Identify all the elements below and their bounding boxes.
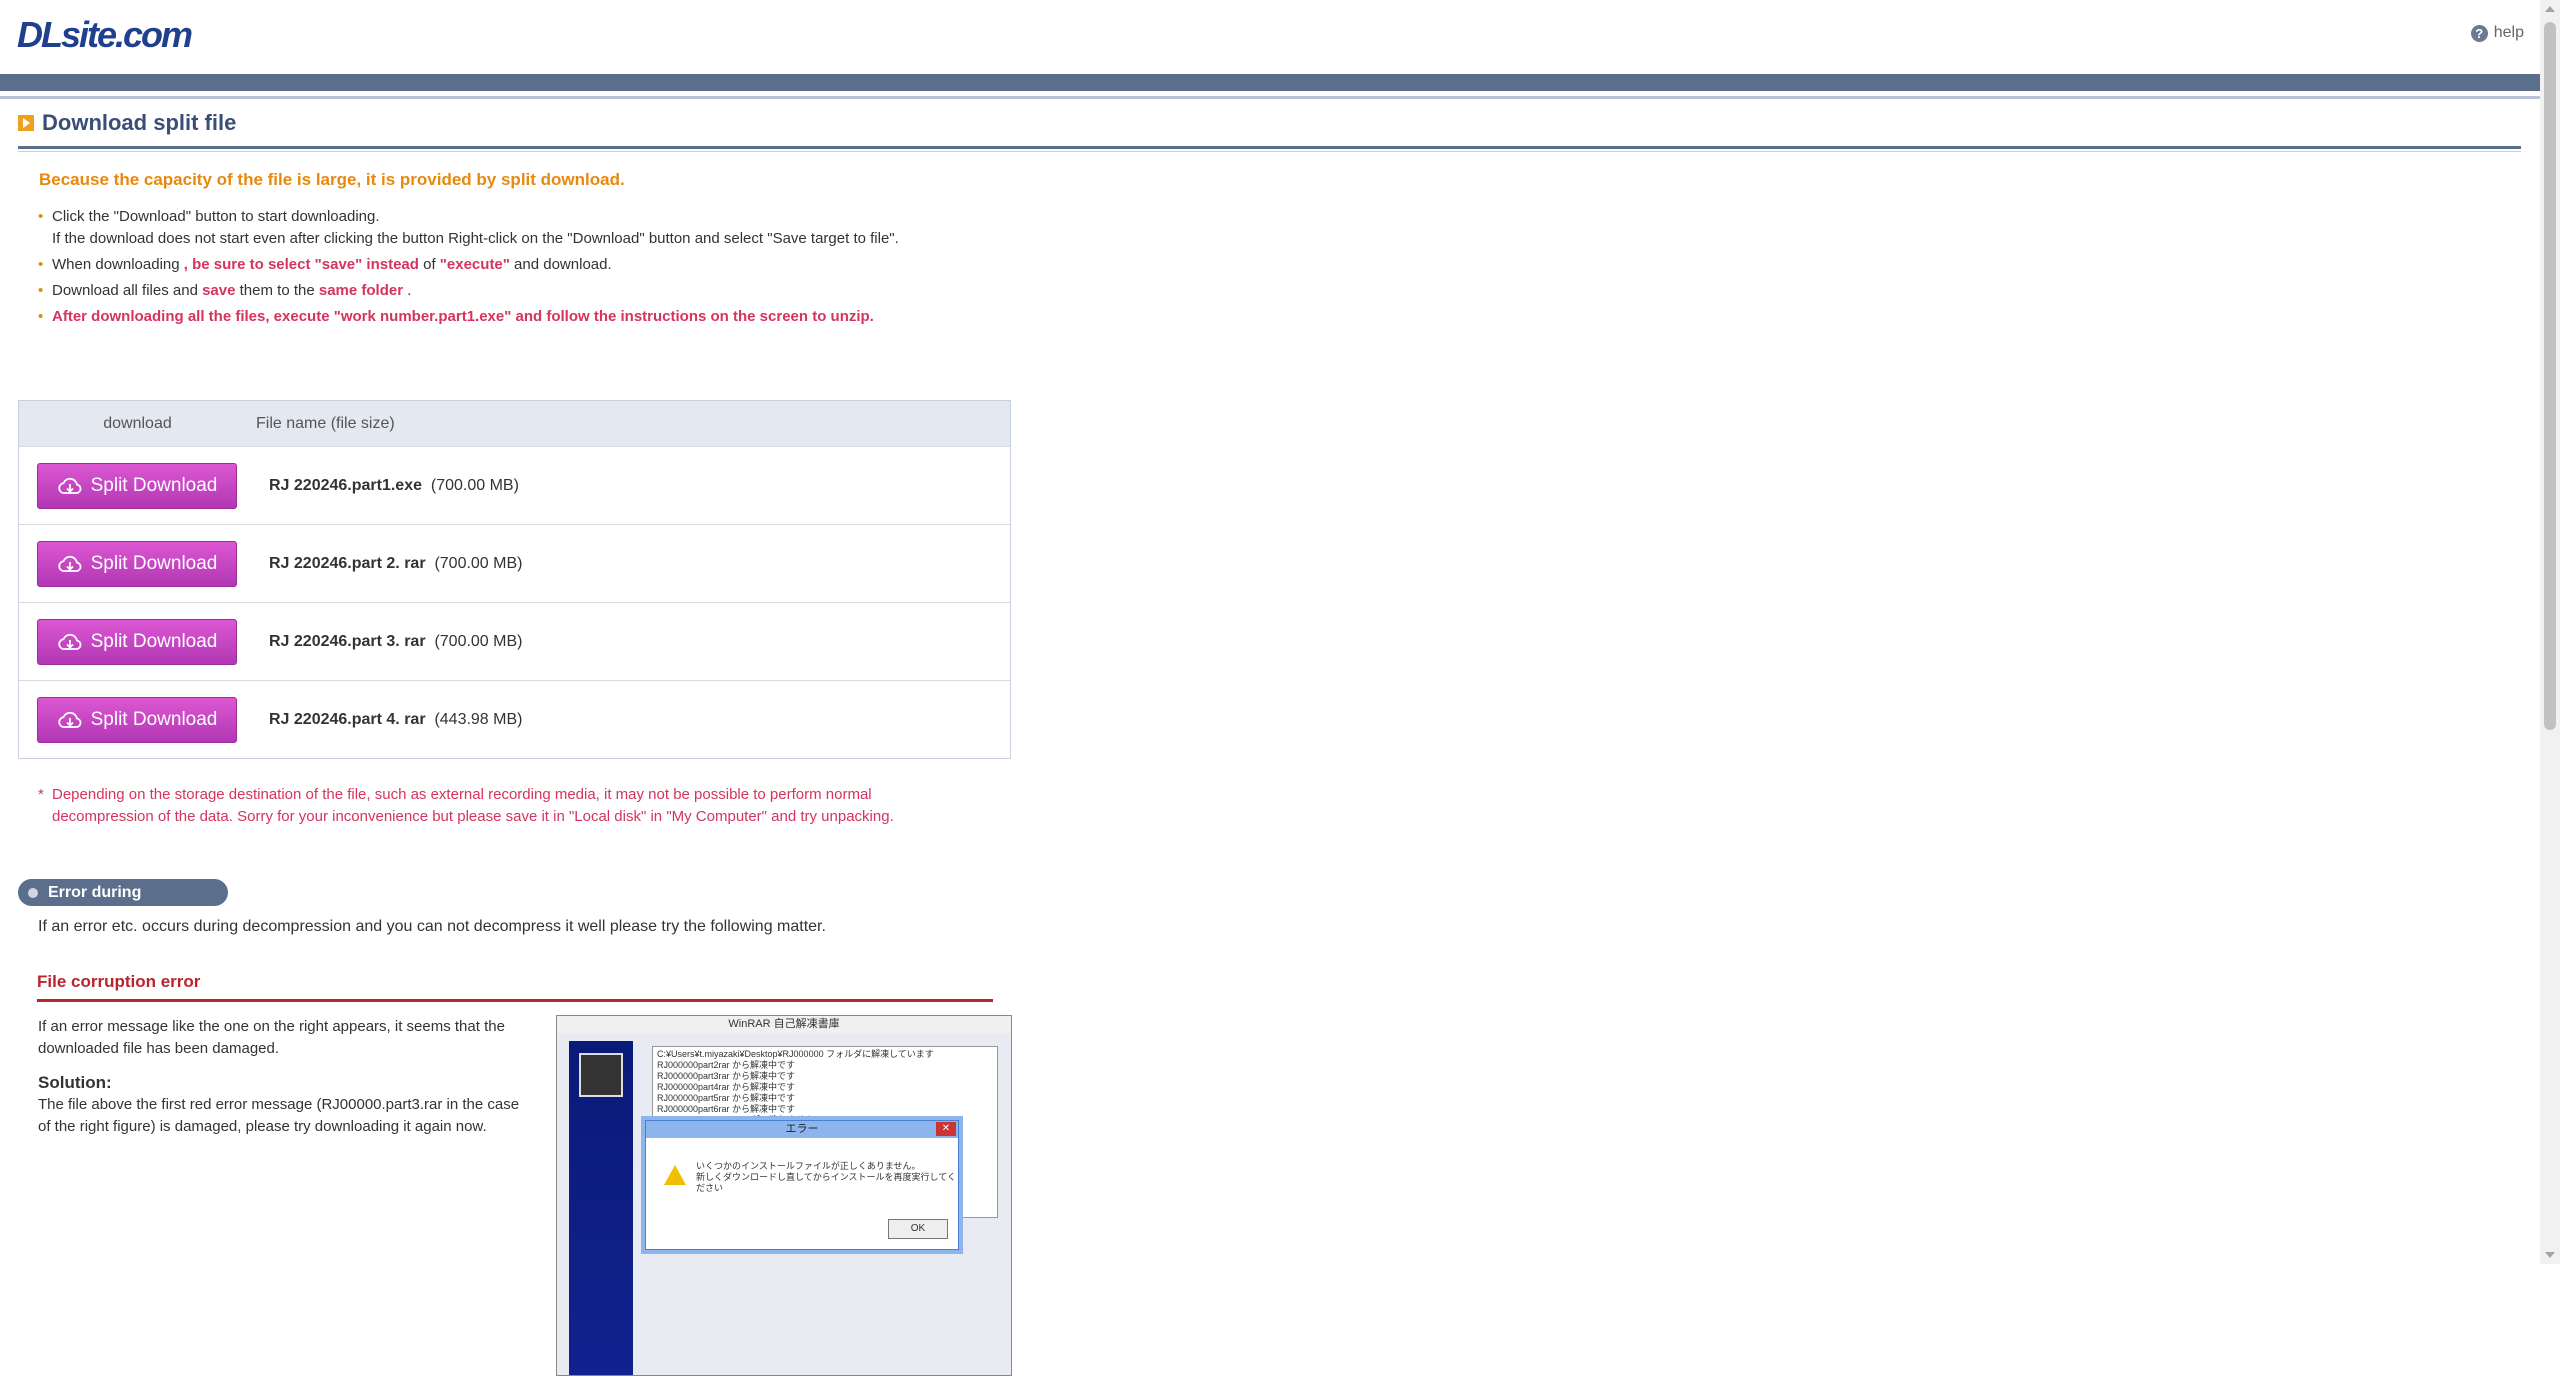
log-line: RJ000000part4rar から解凍中です [657,1082,796,1092]
note-emphasis: same folder [318,282,404,299]
storage-note: Depending on the storage destination of … [38,784,952,828]
note-text: and download. [509,256,612,273]
cloud-download-icon [57,711,82,728]
button-label: Split Download [90,708,218,730]
vertical-scrollbar[interactable] [2540,0,2560,1264]
solution-text: The file above the first red error messa… [38,1096,520,1135]
log-line: RJ000000part5rar から解凍中です [657,1093,796,1103]
file-name: RJ 220246.part1.exe (700.00 MB) [269,477,519,495]
file-name-text: RJ 220246.part 2. rar [269,554,426,572]
split-download-button[interactable]: Split Download [37,696,237,743]
dialog-title-text: エラー [785,1123,819,1135]
file-name: RJ 220246.part 2. rar (700.00 MB) [269,555,522,573]
file-corruption-heading: File corruption error [37,972,993,1002]
list-item: Download all files and save them to the … [38,280,918,302]
scroll-down-icon[interactable] [2545,1252,2555,1258]
note-text: . [403,282,412,299]
table-row: Split Download RJ 220246.part1.exe (700.… [19,446,1010,524]
button-label: Split Download [90,552,218,574]
help-link[interactable]: ? help [2470,24,2524,42]
list-item: Click the "Download" button to start dow… [38,206,918,250]
winrar-title: WinRAR 自己解凍書庫 [557,1016,1011,1033]
dialog-message: いくつかのインストールファイルが正しくありません。 新しくダウンロードし直してか… [696,1161,958,1194]
file-size: (700.00 MB) [434,632,523,650]
scrollbar-thumb[interactable] [2544,22,2556,730]
cloud-download-icon [57,477,82,494]
list-item: After downloading all the files, execute… [38,306,918,328]
download-table: download File name (file size) Split Dow… [18,400,1011,759]
pill-label: Error during [48,883,142,901]
file-name-text: RJ 220246.part 3. rar [269,632,426,650]
file-size: (700.00 MB) [434,554,523,572]
header: DLsite.com ? help [0,0,2560,74]
file-name-text: RJ 220246.part 4. rar [269,710,426,728]
split-download-button[interactable]: Split Download [37,618,237,665]
top-bar [0,74,2540,91]
note-text: When downloading [52,256,184,273]
button-label: Split Download [90,474,218,496]
help-icon: ? [2470,24,2488,42]
split-download-button[interactable]: Split Download [37,540,237,587]
heading-rule [18,146,2521,149]
file-name: RJ 220246.part 3. rar (700.00 MB) [269,633,522,651]
instruction-list: Click the "Download" button to start dow… [38,206,918,328]
cloud-download-icon [57,555,82,572]
main-content: Download split file Because the capacity… [18,110,2521,1376]
log-line: RJ000000part2rar から解凍中です [657,1060,796,1070]
file-size: (443.98 MB) [434,710,523,728]
file-corruption-text: If an error message like the one on the … [38,1016,528,1138]
top-bar-divider [0,96,2540,99]
column-header-download: download [103,414,172,432]
file-name-text: RJ 220246.part1.exe [269,476,422,494]
dialog-message-line: いくつかのインストールファイルが正しくありません。 [696,1161,921,1171]
table-row: Split Download RJ 220246.part 3. rar (70… [19,602,1010,680]
note-emphasis: , be sure to select "save" instead [183,256,419,273]
note-emphasis: After downloading all the files, execute… [52,308,874,325]
log-line: RJ000000part6rar から解凍中です [657,1104,796,1114]
note-text: them to the [235,282,319,299]
close-icon: ✕ [936,1122,956,1136]
warning-icon [664,1165,686,1185]
note-text: If the download does not start even afte… [52,230,899,247]
note-text: Download all files and [52,282,203,299]
note-emphasis: save [202,282,236,299]
site-logo[interactable]: DLsite.com [17,14,193,56]
page-heading: Download split file [18,110,2521,136]
button-label: Split Download [90,630,218,652]
winrar-error-screenshot: WinRAR 自己解凍書庫 C:¥Users¥t.miyazaki¥Deskto… [556,1015,1012,1376]
column-header-filename: File name (file size) [256,414,395,432]
corruption-explanation: If an error message like the one on the … [38,1018,505,1057]
dialog-title: エラー ✕ [646,1121,958,1138]
log-line: C:¥Users¥t.miyazaki¥Desktop¥RJ000000 フォル… [657,1049,934,1059]
file-size: (700.00 MB) [430,476,519,494]
file-name: RJ 220246.part 4. rar (443.98 MB) [269,711,522,729]
table-row: Split Download RJ 220246.part 2. rar (70… [19,524,1010,602]
error-description: If an error etc. occurs during decompres… [38,918,826,935]
table-row: Split Download RJ 220246.part 4. rar (44… [19,680,1010,758]
winrar-error-dialog: エラー ✕ いくつかのインストールファイルが正しくありません。 新しくダウンロー… [645,1120,959,1250]
dialog-message-line: 新しくダウンロードし直してからインストールを再度実行してください [696,1172,957,1193]
cloud-download-icon [57,633,82,650]
heading-rule-thin [18,151,2521,152]
section-pill: Error during [18,879,228,906]
winrar-sidebar [569,1041,633,1375]
list-item: When downloading , be sure to select "sa… [38,254,918,276]
note-text: of [418,256,440,273]
note-emphasis: "execute" [439,256,510,273]
log-line: RJ000000part3rar から解凍中です [657,1071,796,1081]
scroll-up-icon[interactable] [2545,6,2555,12]
ok-button: OK [888,1219,948,1239]
help-label: help [2493,24,2524,41]
table-header: download File name (file size) [19,401,1010,446]
note-text: Click the "Download" button to start dow… [52,208,380,225]
play-arrow-icon [18,115,34,131]
split-download-button[interactable]: Split Download [37,462,237,509]
winrar-logo-icon [579,1053,623,1097]
page-title: Download split file [42,110,237,135]
solution-label: Solution: [38,1073,112,1092]
lead-text: Because the capacity of the file is larg… [39,170,625,189]
bullet-dot-icon [28,887,38,898]
